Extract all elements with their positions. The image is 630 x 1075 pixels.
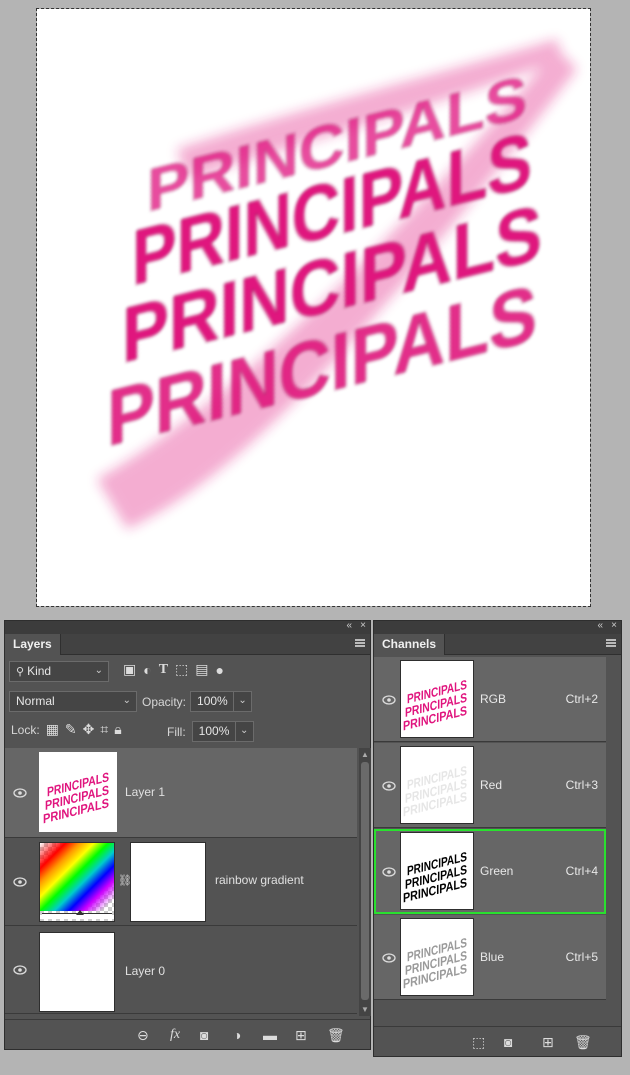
layer-name: Layer 1: [125, 785, 166, 799]
search-icon: ⚲: [16, 666, 25, 678]
layer-row-layer-0[interactable]: Layer 0: [5, 926, 357, 1014]
opacity-label: Opacity:: [142, 694, 187, 709]
new-layer-icon[interactable]: ⊞: [295, 1027, 307, 1044]
channel-shortcut: Ctrl+2: [565, 692, 598, 706]
eye-icon[interactable]: [13, 788, 27, 798]
lock-transparency-icon[interactable]: ▦: [46, 721, 59, 738]
collapse-panel-icon[interactable]: «: [346, 620, 352, 631]
layer-thumbnail: PRINCIPALS PRINCIPALS PRINCIPALS: [39, 752, 117, 832]
layer-name: rainbow gradient: [215, 873, 304, 887]
channel-name: RGB: [480, 692, 507, 706]
eye-icon[interactable]: [382, 781, 396, 791]
eye-icon[interactable]: [382, 867, 396, 877]
channel-thumbnail: PRINCIPALS PRINCIPALS PRINCIPALS: [400, 660, 474, 738]
eye-icon[interactable]: [13, 965, 27, 975]
channel-thumbnail: PRINCIPALS PRINCIPALS PRINCIPALS: [400, 746, 474, 824]
tab-channels[interactable]: Channels: [374, 634, 446, 655]
scroll-up-icon[interactable]: ▲: [361, 750, 369, 759]
link-icon[interactable]: ⊖: [137, 1027, 149, 1044]
panel-menu-icon[interactable]: [606, 639, 616, 647]
channel-shortcut: Ctrl+4: [565, 864, 598, 878]
mask-icon[interactable]: ◙: [504, 1034, 512, 1050]
collapse-panel-icon[interactable]: «: [597, 620, 603, 631]
filter-kind-dropdown[interactable]: ⚲ Kind ⌄: [9, 661, 109, 682]
chevron-down-icon: ⌄: [94, 665, 103, 676]
tab-layers[interactable]: Layers: [5, 634, 61, 655]
fill-label: Fill:: [167, 724, 186, 739]
type-filter-icon[interactable]: T: [159, 662, 168, 678]
channel-shortcut: Ctrl+5: [565, 950, 598, 964]
adjustment-icon[interactable]: ◑: [233, 1027, 241, 1043]
selection-icon[interactable]: ⬚: [472, 1034, 485, 1051]
channels-panel-topstrip: « ×: [374, 620, 621, 634]
chevron-down-icon: ⌄: [122, 695, 131, 706]
channel-row-rgb[interactable]: PRINCIPALS PRINCIPALS PRINCIPALS RGB Ctrl+…: [374, 657, 606, 742]
adjustment-filter-icon[interactable]: ◐: [143, 662, 151, 678]
channels-panel: « × Channels PRINCIPALS PRINCIPALS PRINCIP…: [373, 620, 622, 1057]
channels-footer: ⬚ ◙ ⊞ 🗑︎: [374, 1026, 621, 1056]
layers-footer: ⊖ fx ◙ ◑ ▬ ⊞ 🗑︎: [5, 1019, 370, 1049]
layer-row-layer-1[interactable]: PRINCIPALS PRINCIPALS PRINCIPALS Layer 1: [5, 748, 357, 838]
scroll-down-icon[interactable]: ▼: [361, 1005, 369, 1014]
channel-row-blue[interactable]: PRINCIPALS PRINCIPALS PRINCIPALS Blue Ctrl…: [374, 915, 606, 1000]
warped-text-artwork: PRINCIPALS PRINCIPALS PRINCIPALS PRINCIP…: [97, 39, 577, 529]
channel-row-green[interactable]: PRINCIPALS PRINCIPALS PRINCIPALS Green Ctr…: [374, 829, 606, 914]
channel-thumbnail: PRINCIPALS PRINCIPALS PRINCIPALS: [400, 918, 474, 996]
layer-row-rainbow-gradient[interactable]: ⛓ rainbow gradient: [5, 838, 357, 926]
shape-filter-icon[interactable]: ⬚: [175, 661, 188, 678]
lock-position-icon[interactable]: ✥: [83, 721, 95, 738]
close-panel-icon[interactable]: ×: [611, 620, 617, 631]
layer-thumbnail: [39, 932, 115, 1012]
panel-menu-icon[interactable]: [355, 639, 365, 647]
eye-icon[interactable]: [382, 695, 396, 705]
layer-mask-thumbnail[interactable]: [130, 842, 206, 922]
layers-tabbar: Layers: [5, 634, 370, 655]
trash-icon[interactable]: 🗑︎: [327, 1027, 345, 1044]
document-canvas[interactable]: PRINCIPALS PRINCIPALS PRINCIPALS PRINCIP…: [36, 8, 591, 607]
eye-icon[interactable]: [382, 953, 396, 963]
fx-icon[interactable]: fx: [170, 1027, 180, 1043]
folder-icon[interactable]: ▬: [263, 1027, 277, 1043]
lock-label: Lock:: [11, 722, 40, 737]
layers-panel-topstrip: « ×: [5, 620, 370, 634]
lock-all-icon[interactable]: 🔒︎: [114, 721, 121, 738]
image-filter-icon[interactable]: ▣: [123, 661, 136, 678]
channel-name: Blue: [480, 950, 505, 964]
trash-icon[interactable]: 🗑︎: [574, 1034, 592, 1051]
layers-scrollbar[interactable]: ▲ ▼: [359, 748, 371, 1016]
eye-icon[interactable]: [13, 877, 27, 887]
mask-icon[interactable]: ◙: [200, 1027, 208, 1043]
channel-name: Green: [480, 864, 514, 878]
channel-name: Red: [480, 778, 503, 792]
new-channel-icon[interactable]: ⊞: [542, 1034, 554, 1051]
opacity-value: 100%: [197, 694, 228, 708]
opacity-field[interactable]: 100% ⌄: [190, 691, 253, 712]
layers-panel: « × Layers ⚲ Kind ⌄ ▣ ◐ T ⬚ ▤ ● Normal ⌄ …: [4, 620, 371, 1050]
lock-pixels-icon[interactable]: ✎: [65, 721, 77, 738]
fill-value: 100%: [198, 724, 230, 738]
chevron-down-icon[interactable]: ⌄: [233, 692, 251, 711]
close-panel-icon[interactable]: ×: [360, 620, 366, 631]
channel-thumbnail: PRINCIPALS PRINCIPALS PRINCIPALS: [400, 832, 474, 910]
channel-shortcut: Ctrl+3: [565, 778, 598, 792]
filter-toggle-icon[interactable]: ●: [216, 662, 224, 678]
blend-mode-value: Normal: [16, 694, 55, 708]
filter-kind-label: Kind: [27, 664, 52, 678]
gradient-layer-thumbnail: [39, 842, 115, 922]
fill-field[interactable]: 100% ⌄: [191, 721, 254, 742]
lock-artboard-icon[interactable]: ⌗: [100, 721, 108, 738]
blend-mode-dropdown[interactable]: Normal ⌄: [9, 691, 137, 712]
smart-object-filter-icon[interactable]: ▤: [195, 661, 208, 678]
channels-tabbar: Channels: [374, 634, 621, 655]
channel-row-red[interactable]: PRINCIPALS PRINCIPALS PRINCIPALS Red Ctrl+…: [374, 743, 606, 828]
chevron-down-icon[interactable]: ⌄: [234, 722, 253, 741]
scrollbar-thumb[interactable]: [361, 762, 369, 1000]
layer-name: Layer 0: [125, 964, 166, 978]
